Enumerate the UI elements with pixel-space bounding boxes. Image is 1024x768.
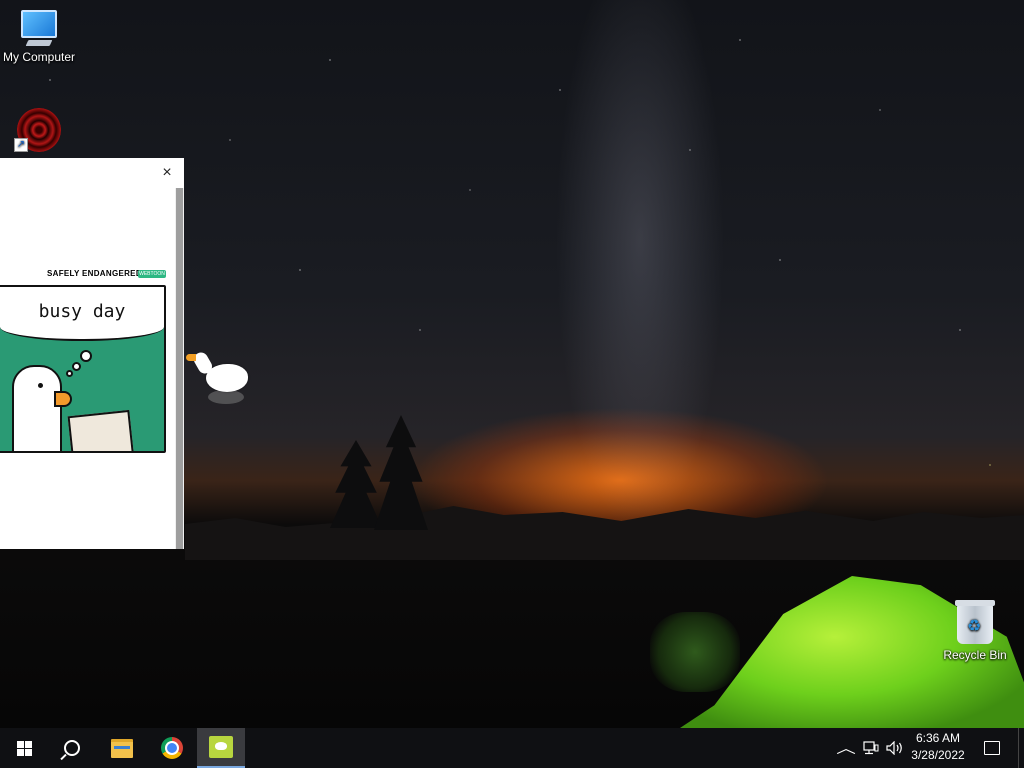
computer-icon xyxy=(0,10,78,46)
desktop-icon-my-computer[interactable]: My Computer xyxy=(0,10,78,64)
tray-overflow-chevron[interactable]: ︿ xyxy=(836,728,856,768)
desktop-icon-recycle-bin[interactable]: ♻ Recycle Bin xyxy=(936,600,1014,662)
start-button[interactable] xyxy=(0,728,48,768)
action-center-button[interactable] xyxy=(978,728,1006,768)
goose-beak xyxy=(54,391,72,407)
paper-scroll xyxy=(67,409,135,451)
taskbar: ︿ 6:36 AM 3/28/2022 xyxy=(0,728,1024,768)
desktop-icon-shortcut[interactable]: ↗ xyxy=(0,108,78,156)
windows-logo-icon xyxy=(16,740,32,756)
chrome-icon xyxy=(161,737,183,759)
taskbar-clock[interactable]: 6:36 AM 3/28/2022 xyxy=(900,730,976,766)
desktop-icon-label: My Computer xyxy=(2,50,76,64)
goose-app-icon xyxy=(209,736,233,758)
file-explorer-button[interactable] xyxy=(98,728,146,768)
comic-panel: busy day xyxy=(0,285,166,453)
thought-bubble xyxy=(80,350,92,362)
desktop-goose-sprite[interactable] xyxy=(186,349,248,404)
goose-illustration xyxy=(12,365,62,451)
search-icon xyxy=(64,740,80,756)
network-tray-button[interactable] xyxy=(860,728,882,768)
network-icon xyxy=(863,741,879,755)
recycle-bin-icon: ♻ xyxy=(936,600,1014,644)
clock-date: 3/28/2022 xyxy=(911,748,965,762)
chrome-button[interactable] xyxy=(148,728,196,768)
shortcut-arrow-icon: ↗ xyxy=(14,138,28,152)
notification-icon xyxy=(984,741,1000,755)
goose-eye xyxy=(38,383,43,388)
comic-popup-window[interactable]: × SAFELY ENDANGERED WEBTOON busy day xyxy=(0,158,184,549)
bush xyxy=(650,612,740,692)
mandala-shortcut-icon: ↗ xyxy=(0,108,78,152)
close-button[interactable]: × xyxy=(156,162,178,184)
desktop-icon-label: Recycle Bin xyxy=(943,648,1007,662)
comic-brand: SAFELY ENDANGERED xyxy=(47,269,142,278)
desktop-goose-taskbar-button[interactable] xyxy=(197,728,245,768)
chevron-up-icon: ︿ xyxy=(836,740,856,756)
comic-publisher-badge: WEBTOON xyxy=(138,270,166,278)
scrollbar-thumb[interactable] xyxy=(176,188,183,549)
comic-title: busy day xyxy=(38,301,126,322)
thought-bubble xyxy=(72,362,81,371)
show-desktop-button[interactable] xyxy=(1018,728,1024,768)
folder-icon xyxy=(111,738,133,758)
search-button[interactable] xyxy=(48,728,96,768)
clock-time: 6:36 AM xyxy=(915,731,961,745)
thought-bubble xyxy=(66,370,73,377)
